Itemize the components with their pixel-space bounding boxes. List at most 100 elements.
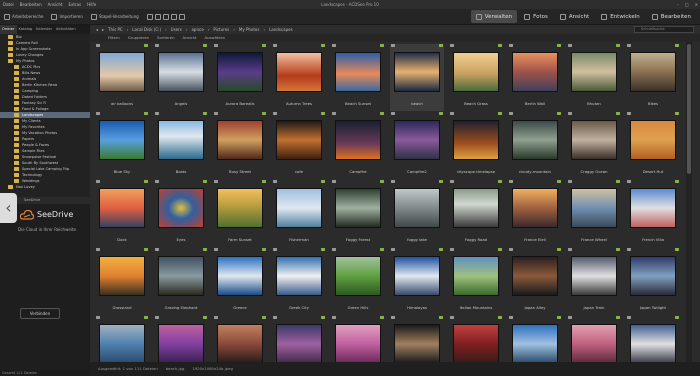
thumbnail-item[interactable]: Eyes [154,180,208,247]
thumbnail-image[interactable] [217,256,263,296]
thumbnail-item[interactable]: Aurora Borealis [213,44,267,111]
thumbnail-image[interactable] [394,188,440,228]
thumbnail-image[interactable] [99,120,145,160]
scrollbar-thumb[interactable] [687,44,691,174]
thumbnail-item[interactable] [567,316,621,362]
thumbnail-image[interactable] [453,256,499,296]
check-icon[interactable] [450,248,454,251]
mode-view[interactable]: Ansicht [555,10,594,23]
check-icon[interactable] [96,316,100,319]
check-icon[interactable] [214,112,218,115]
crumb[interactable]: apirce [191,25,203,34]
check-icon[interactable] [214,44,218,47]
check-icon[interactable] [568,248,572,251]
check-icon[interactable] [155,44,159,47]
thumbnail-item[interactable] [213,316,267,362]
check-icon[interactable] [214,316,218,319]
thumbnail-image[interactable] [571,120,617,160]
mode-manage[interactable]: Verwalten [470,10,518,23]
check-icon[interactable] [509,180,513,183]
check-icon[interactable] [450,316,454,319]
check-icon[interactable] [391,44,395,47]
collapse-panel-button[interactable]: ‹ [0,193,17,223]
thumbnail-item[interactable]: Foggy Forest [331,180,385,247]
thumbnail-item[interactable]: cafe [272,112,326,179]
thumbnail-item[interactable]: Fisherman [272,180,326,247]
thumbnail-item[interactable]: Greece [213,248,267,315]
thumbnail-item[interactable]: Bikes [626,44,680,111]
connect-button[interactable]: Verbinden [20,308,60,319]
thumbnail-image[interactable] [217,52,263,92]
thumbnail-image[interactable] [512,256,558,296]
thumbnail-item[interactable]: cityscape-timelapse [449,112,503,179]
thumbnail-image[interactable] [99,188,145,228]
thumbnail-item[interactable]: Beach Grass [449,44,503,111]
check-icon[interactable] [391,316,395,319]
menu-view[interactable]: Ansicht [45,0,66,9]
thumbnail-image[interactable] [571,188,617,228]
crumb[interactable]: Landscapes [269,25,293,34]
thumbnail-item[interactable]: France Wheel [567,180,621,247]
rotate-icon[interactable] [146,13,153,20]
thumbnail-image[interactable] [571,256,617,296]
forward-icon[interactable]: ▸ [102,25,104,34]
check-icon[interactable] [332,180,336,183]
menu-tools[interactable]: Extras [65,0,84,9]
group-button[interactable]: Gruppieren [128,34,149,42]
mode-photos[interactable]: Fotos [519,10,553,23]
check-icon[interactable] [450,180,454,183]
thumbnail-item[interactable]: Busy Street [213,112,267,179]
search-input[interactable]: Schnellsuche [634,26,694,33]
crumb[interactable]: This PC [108,25,123,34]
thumbnail-item[interactable]: France Eiell [508,180,562,247]
thumbnail-image[interactable] [512,324,558,362]
select-button[interactable]: Auswählen [205,34,226,42]
thumbnail-item[interactable] [508,316,562,362]
maximize-icon[interactable]: □ [685,0,689,9]
check-icon[interactable] [214,248,218,251]
thumbnail-image[interactable] [158,324,204,362]
slideshow-icon[interactable] [170,13,177,20]
check-icon[interactable] [96,112,100,115]
thumbnail-image[interactable] [217,188,263,228]
check-icon[interactable] [332,248,336,251]
thumbnail-image[interactable] [276,52,322,92]
thumbnail-image[interactable] [512,52,558,92]
check-icon[interactable] [273,316,277,319]
tree-item[interactable]: Non Lovey [0,184,90,190]
thumbnail-image[interactable] [217,324,263,362]
check-icon[interactable] [509,112,513,115]
check-icon[interactable] [273,248,277,251]
thumbnail-item[interactable] [390,316,444,362]
check-icon[interactable] [214,180,218,183]
check-icon[interactable] [627,112,631,115]
check-icon[interactable] [568,180,572,183]
thumbnail-image[interactable] [453,120,499,160]
thumbnail-image[interactable] [453,188,499,228]
thumbnail-item[interactable]: foggy lake [390,180,444,247]
thumbnail-item[interactable]: cloudy-mountain [508,112,562,179]
thumbnail-item[interactable]: Bhutan [567,44,621,111]
check-icon[interactable] [391,112,395,115]
thumbnail-image[interactable] [335,52,381,92]
thumbnail-item[interactable]: Desert Hut [626,112,680,179]
thumbnail-image[interactable] [217,120,263,160]
crumb[interactable]: My Photos [239,25,260,34]
thumbnail-image[interactable] [630,188,676,228]
thumbnail-item[interactable] [331,316,385,362]
check-icon[interactable] [155,112,159,115]
thumbnail-item[interactable]: Craggy Ocean [567,112,621,179]
thumbnail-image[interactable] [630,52,676,92]
thumbnail-image[interactable] [453,324,499,362]
thumbnail-image[interactable] [512,188,558,228]
thumbnail-image[interactable] [158,188,204,228]
check-icon[interactable] [509,44,513,47]
check-icon[interactable] [332,316,336,319]
tab-catalog[interactable]: Katalog [17,25,35,34]
minimize-icon[interactable]: – [677,0,679,9]
tab-folders[interactable]: Ordner [0,25,17,34]
import-button[interactable]: Importieren [47,13,86,20]
check-icon[interactable] [273,44,277,47]
thumbnail-item[interactable]: Japan Train [567,248,621,315]
thumbnail-image[interactable] [571,324,617,362]
